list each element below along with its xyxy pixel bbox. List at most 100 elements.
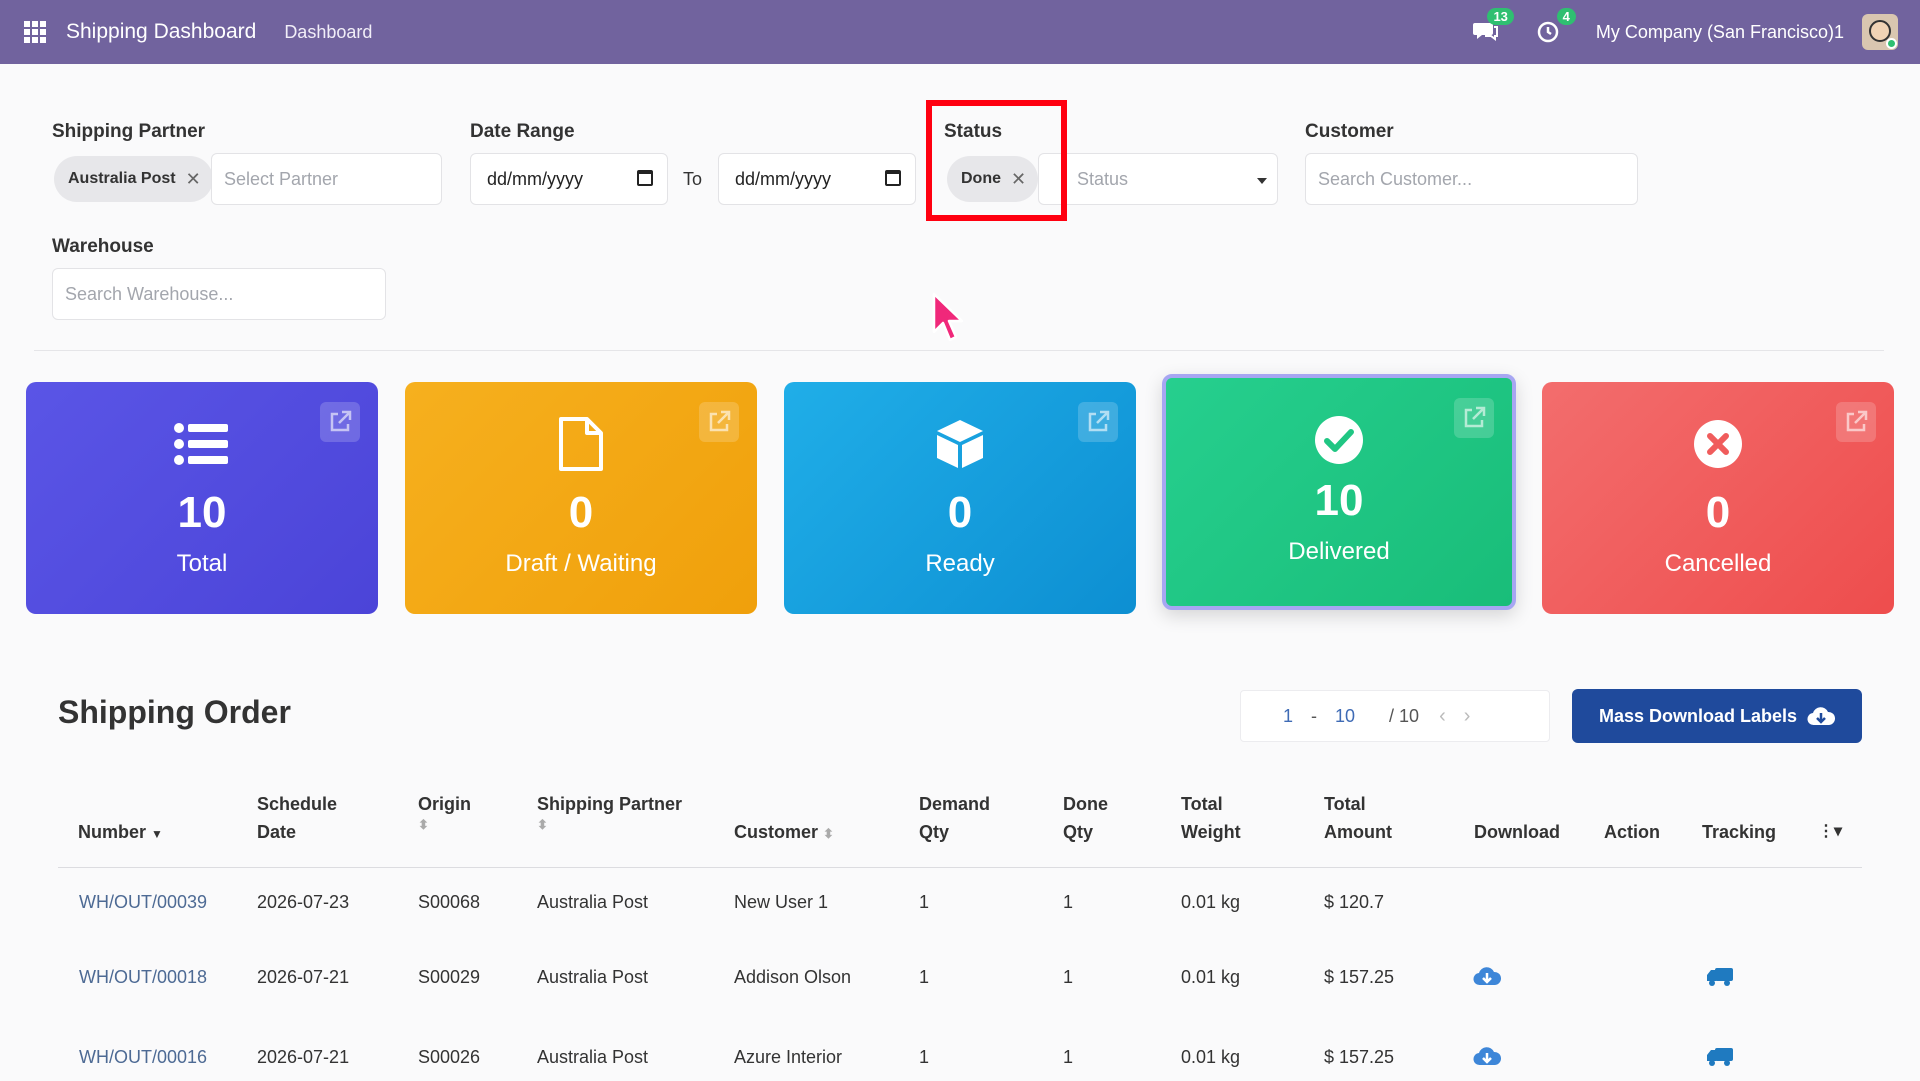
- col-action[interactable]: Action: [1604, 818, 1660, 846]
- date-from-value: dd/mm/yyyy: [487, 168, 584, 189]
- col-shipping-partner[interactable]: Shipping Partner ⬍: [537, 790, 682, 832]
- stat-card-ready[interactable]: 0 Ready: [784, 382, 1136, 614]
- pager-end[interactable]: 10: [1335, 706, 1355, 727]
- col-weight-line2: Weight: [1181, 822, 1241, 842]
- col-number[interactable]: Number ▼: [78, 818, 163, 848]
- remove-partner-icon[interactable]: ✕: [186, 169, 201, 190]
- chevron-left-icon[interactable]: ‹: [1439, 705, 1446, 728]
- top-navbar: Shipping Dashboard Dashboard 13 4 My Com…: [0, 0, 1920, 64]
- col-number-label: Number: [78, 822, 147, 842]
- stat-value: 10: [1314, 476, 1364, 525]
- col-origin-label: Origin: [418, 794, 471, 814]
- total-amount: $ 120.7: [1324, 892, 1385, 912]
- col-download[interactable]: Download: [1474, 818, 1560, 846]
- stat-value: 0: [1705, 488, 1731, 537]
- order-number-link[interactable]: WH/OUT/00039: [79, 892, 207, 913]
- col-done-line1: Done: [1063, 794, 1108, 814]
- stat-card-total[interactable]: 10 Total: [26, 382, 378, 614]
- activities-badge: 4: [1556, 8, 1576, 25]
- partner-chip: Australia Post ✕: [54, 156, 213, 202]
- filter-divider: [34, 350, 1884, 351]
- total-weight: 0.01 kg: [1181, 1047, 1241, 1067]
- col-demand-line2: Qty: [919, 822, 950, 842]
- col-done-qty[interactable]: Done Qty: [1063, 790, 1108, 846]
- schedule-date: 2026-07-21: [257, 967, 350, 987]
- section-title: Shipping Order: [58, 694, 291, 730]
- warehouse-label: Warehouse: [52, 236, 154, 257]
- cloud-download-icon[interactable]: [1473, 1045, 1501, 1067]
- col-customer[interactable]: Customer ⬍: [734, 818, 834, 848]
- column-options-icon[interactable]: ⋮▾: [1818, 818, 1842, 846]
- box-icon: [930, 414, 990, 474]
- stat-label: Delivered: [1288, 538, 1390, 565]
- customer-label: Customer: [1305, 121, 1394, 142]
- messages-button[interactable]: 13: [1472, 8, 1514, 46]
- external-link-icon[interactable]: [320, 402, 360, 442]
- truck-icon[interactable]: [1706, 967, 1734, 987]
- external-link-icon[interactable]: [1836, 402, 1876, 442]
- date-from-input[interactable]: dd/mm/yyyy: [470, 153, 668, 205]
- shipping-partner: Australia Post: [537, 1047, 649, 1067]
- stat-label: Cancelled: [1664, 550, 1772, 577]
- external-link-icon[interactable]: [1078, 402, 1118, 442]
- sort-desc-icon: ▼: [151, 827, 163, 841]
- truck-icon[interactable]: [1706, 1047, 1734, 1067]
- chevron-down-icon: [1257, 178, 1267, 184]
- origin: S00026: [418, 1047, 481, 1067]
- activities-button[interactable]: 4: [1534, 8, 1576, 46]
- col-schedule-date[interactable]: Schedule Date: [257, 790, 337, 846]
- cloud-download-icon: [1807, 707, 1836, 726]
- col-tracking[interactable]: Tracking: [1702, 818, 1776, 846]
- pager-dash: -: [1311, 705, 1318, 726]
- calendar-icon[interactable]: [637, 170, 653, 186]
- stat-value: 0: [568, 488, 594, 537]
- avatar[interactable]: [1862, 14, 1898, 50]
- col-schedule-date-line2: Date: [257, 822, 297, 842]
- app-title[interactable]: Shipping Dashboard: [66, 20, 256, 44]
- pager: 1 - 10 / 10 ‹ ›: [1240, 690, 1550, 742]
- menu-dashboard[interactable]: Dashboard: [284, 22, 372, 43]
- status-select-input[interactable]: Status: [1038, 153, 1278, 205]
- order-number-link[interactable]: WH/OUT/00016: [79, 1047, 207, 1068]
- chevron-right-icon[interactable]: ›: [1464, 705, 1471, 728]
- external-link-icon[interactable]: [699, 402, 739, 442]
- warehouse-search-input[interactable]: Search Warehouse...: [52, 268, 386, 320]
- pager-start[interactable]: 1: [1283, 706, 1293, 727]
- pager-total: / 10: [1389, 705, 1420, 726]
- cloud-download-icon[interactable]: [1473, 965, 1501, 987]
- col-customer-label: Customer: [734, 822, 819, 842]
- done-qty: 1: [1063, 892, 1074, 912]
- check-circle-icon: [1309, 410, 1369, 470]
- stat-card-delivered[interactable]: 10 Delivered: [1162, 374, 1516, 610]
- date-to-label: To: [683, 169, 703, 189]
- schedule-date: 2026-07-21: [257, 1047, 350, 1067]
- partner-select-input[interactable]: Select Partner: [211, 153, 442, 205]
- sort-icon: ⬍: [418, 817, 429, 832]
- col-total-weight[interactable]: Total Weight: [1181, 790, 1241, 846]
- origin: S00068: [418, 892, 481, 912]
- col-weight-line1: Total: [1181, 794, 1223, 814]
- mass-download-button[interactable]: Mass Download Labels: [1572, 689, 1862, 743]
- total-weight: 0.01 kg: [1181, 967, 1241, 987]
- customer-search-input[interactable]: Search Customer...: [1305, 153, 1638, 205]
- stat-card-cancelled[interactable]: 0 Cancelled: [1542, 382, 1894, 614]
- customer: Addison Olson: [734, 967, 852, 987]
- partner-placeholder: Select Partner: [224, 168, 339, 189]
- external-link-icon[interactable]: [1454, 398, 1494, 438]
- calendar-icon[interactable]: [885, 170, 901, 186]
- col-total-amount[interactable]: Total Amount: [1324, 790, 1392, 846]
- date-to-input[interactable]: dd/mm/yyyy: [718, 153, 916, 205]
- clock-icon: [1537, 21, 1559, 43]
- status-placeholder: Status: [1077, 168, 1129, 189]
- demand-qty: 1: [919, 967, 930, 987]
- apps-grid-icon[interactable]: [24, 21, 46, 43]
- order-number-link[interactable]: WH/OUT/00018: [79, 967, 207, 988]
- col-partner-label: Shipping Partner: [537, 794, 683, 814]
- demand-qty: 1: [919, 892, 930, 912]
- partner-chip-label: Australia Post: [68, 170, 176, 187]
- stat-label: Ready: [925, 550, 995, 577]
- stat-card-draft[interactable]: 0 Draft / Waiting: [405, 382, 757, 614]
- col-demand-qty[interactable]: Demand Qty: [919, 790, 990, 846]
- company-switcher[interactable]: My Company (San Francisco)1: [1596, 22, 1844, 43]
- col-origin[interactable]: Origin ⬍: [418, 790, 471, 832]
